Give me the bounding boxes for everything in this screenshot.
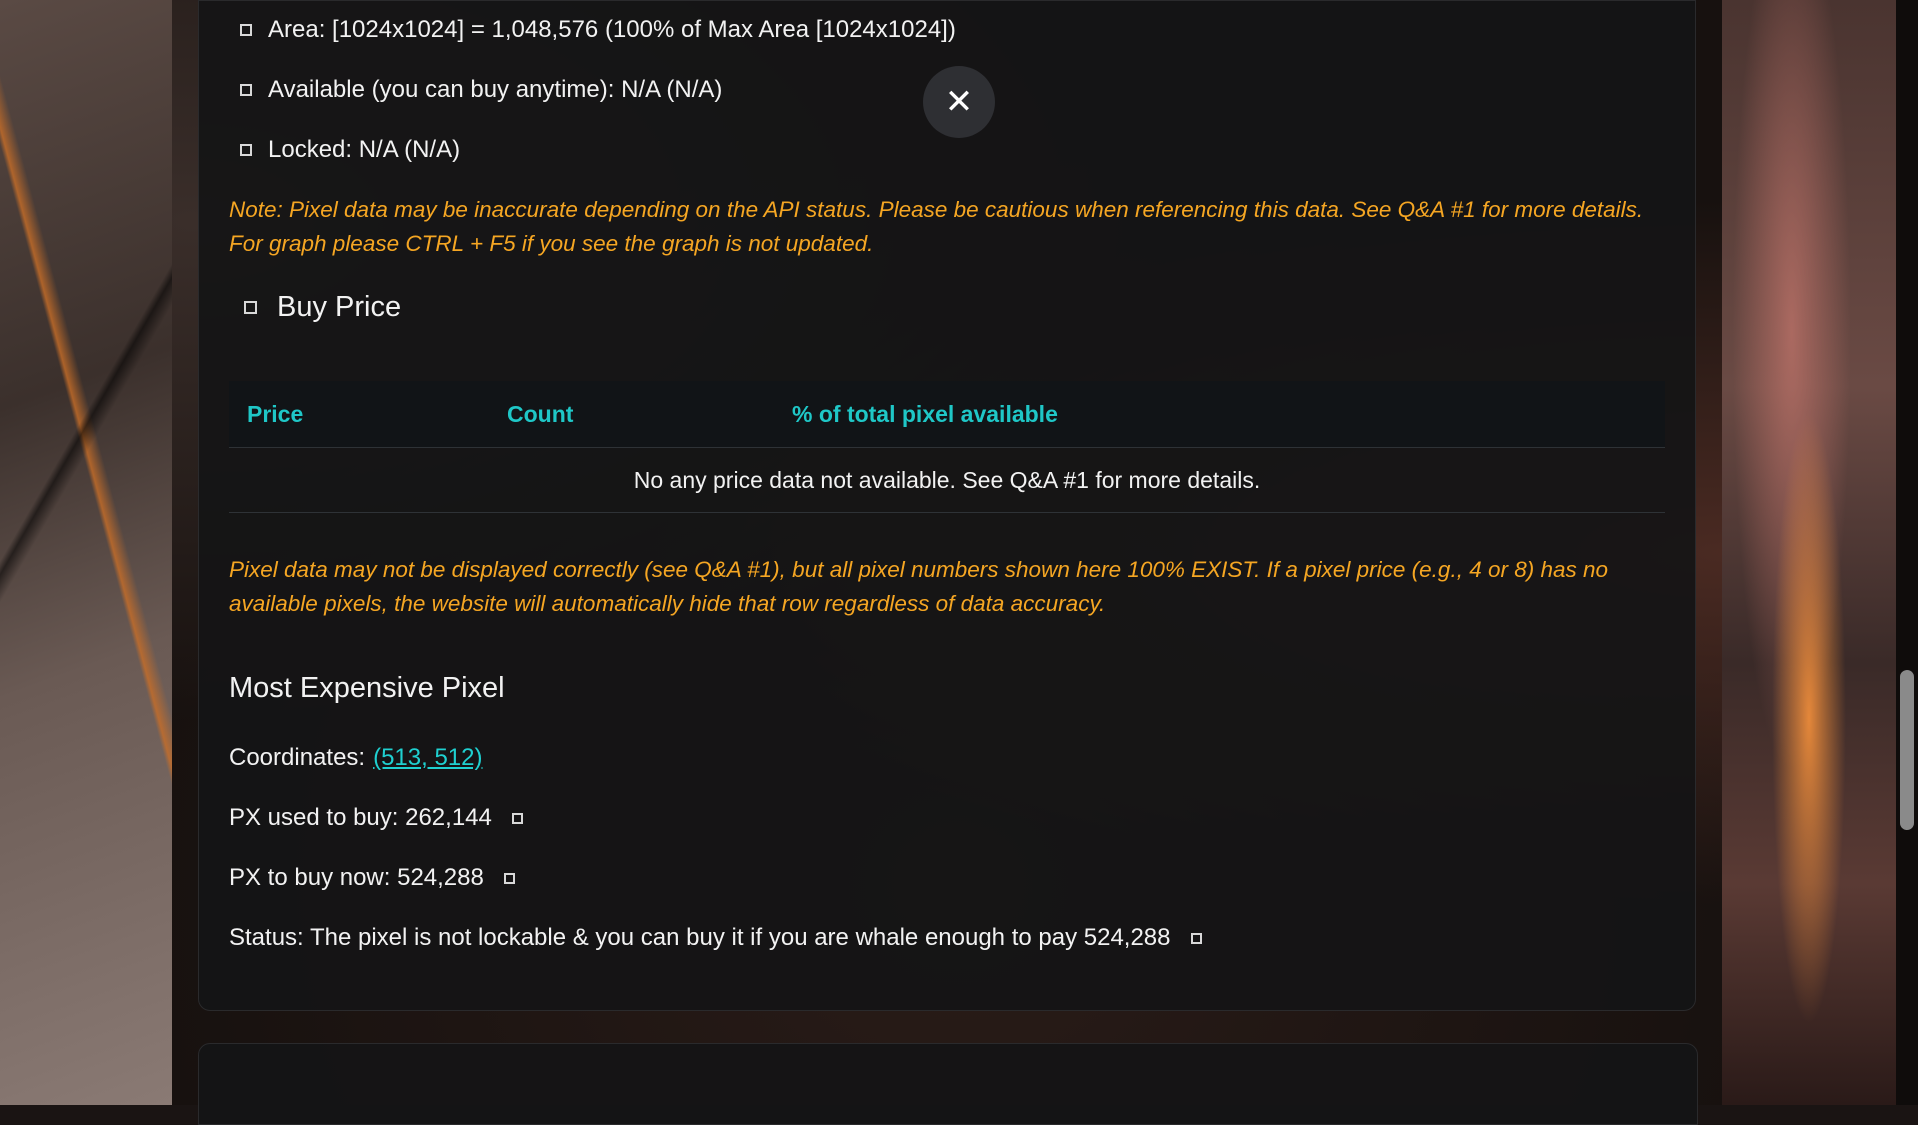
px-now-text: PX to buy now: 524,288 [229, 864, 484, 891]
right-background-art [1722, 0, 1896, 1105]
bullet-icon [240, 24, 252, 36]
buy-price-heading: Buy Price [244, 291, 401, 324]
price-table-empty-row: No any price data not available. See Q&A… [229, 448, 1665, 513]
px-used-line: PX used to buy: 262,144 [229, 804, 523, 832]
scrollbar-track[interactable] [1896, 0, 1918, 1105]
available-text: Available (you can buy anytime): N/A (N/… [268, 76, 723, 103]
pixel-data-note: Note: Pixel data may be inaccurate depen… [229, 197, 1644, 256]
area-text: Area: [1024x1024] = 1,048,576 (100% of M… [268, 16, 956, 43]
left-background-art [0, 0, 172, 1105]
available-item: Available (you can buy anytime): N/A (N/… [240, 76, 722, 104]
close-icon: ✕ [944, 83, 974, 121]
coordinates-link[interactable]: (513, 512) [373, 744, 482, 772]
locked-item: Locked: N/A (N/A) [240, 136, 460, 164]
info-icon[interactable] [503, 872, 515, 884]
px-used-text: PX used to buy: 262,144 [229, 804, 492, 831]
bullet-icon [244, 301, 257, 314]
scrollbar-thumb[interactable] [1900, 670, 1914, 830]
most-expensive-title: Most Expensive Pixel [229, 672, 505, 704]
next-panel [198, 1043, 1698, 1125]
area-item: Area: [1024x1024] = 1,048,576 (100% of M… [240, 16, 956, 44]
column-header-price[interactable]: Price [247, 401, 303, 428]
px-now-line: PX to buy now: 524,288 [229, 864, 515, 892]
display-note: Pixel data may not be displayed correctl… [229, 557, 1609, 616]
coordinates-line: Coordinates: (513, 512) [229, 744, 482, 772]
coordinates-label: Coordinates: [229, 744, 366, 771]
column-header-percent[interactable]: % of total pixel available [792, 401, 1058, 428]
info-icon[interactable] [511, 812, 523, 824]
status-text: Status: The pixel is not lockable & you … [229, 924, 1171, 951]
column-header-count[interactable]: Count [507, 401, 573, 428]
price-table-header: Price Count % of total pixel available [229, 381, 1665, 448]
status-line: Status: The pixel is not lockable & you … [229, 924, 1202, 952]
locked-text: Locked: N/A (N/A) [268, 136, 461, 163]
buy-price-title: Buy Price [277, 291, 402, 323]
info-icon[interactable] [1190, 932, 1202, 944]
bullet-icon [240, 84, 252, 96]
close-button[interactable]: ✕ [923, 66, 995, 138]
bullet-icon [240, 144, 252, 156]
